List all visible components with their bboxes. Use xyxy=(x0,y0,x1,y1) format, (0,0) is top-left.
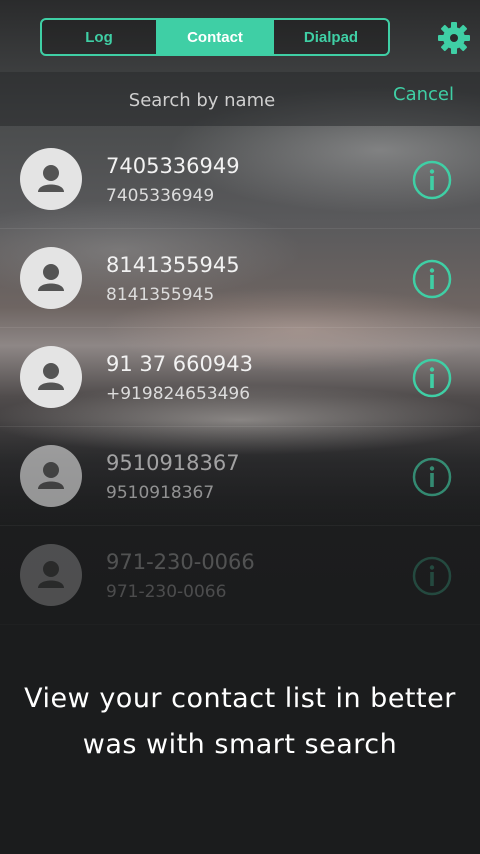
info-icon[interactable] xyxy=(412,358,452,398)
contact-row[interactable]: 8141355945 8141355945 xyxy=(0,229,480,328)
person-icon xyxy=(38,363,64,390)
person-icon xyxy=(38,462,64,489)
person-icon xyxy=(38,561,64,588)
contact-name: 8141355945 xyxy=(106,253,240,277)
tab-log[interactable]: Log xyxy=(42,20,156,54)
contact-number: +919824653496 xyxy=(106,384,251,404)
avatar xyxy=(20,445,82,507)
contact-number: 971-230-0066 xyxy=(106,582,227,602)
contact-number: 8141355945 xyxy=(106,285,215,305)
tab-bar: Log Contact Dialpad xyxy=(40,18,390,56)
tab-dialpad[interactable]: Dialpad xyxy=(272,20,388,54)
tab-contact[interactable]: Contact xyxy=(156,20,272,54)
contact-list: 7405336949 7405336949 8141355945 8141355… xyxy=(0,130,480,625)
search-input[interactable] xyxy=(95,84,309,116)
contact-row[interactable]: 971-230-0066 971-230-0066 xyxy=(0,526,480,625)
promo-caption: View your contact list in better was wit… xyxy=(0,676,480,768)
contact-row[interactable]: 7405336949 7405336949 xyxy=(0,130,480,229)
caption-line-2: was with smart search xyxy=(82,729,398,760)
cancel-button[interactable]: Cancel xyxy=(393,84,454,105)
contact-name: 971-230-0066 xyxy=(106,550,255,574)
caption-line-1: View your contact list in better xyxy=(24,683,456,714)
contact-name: 91 37 660943 xyxy=(106,352,253,376)
contact-row[interactable]: 9510918367 9510918367 xyxy=(0,427,480,526)
info-icon[interactable] xyxy=(412,259,452,299)
avatar xyxy=(20,544,82,606)
search-bar: Cancel xyxy=(0,72,480,126)
avatar xyxy=(20,346,82,408)
person-icon xyxy=(38,264,64,291)
avatar xyxy=(20,247,82,309)
contact-number: 7405336949 xyxy=(106,186,215,206)
contact-name: 9510918367 xyxy=(106,451,240,475)
info-icon[interactable] xyxy=(412,457,452,497)
contact-name: 7405336949 xyxy=(106,154,240,178)
contact-number: 9510918367 xyxy=(106,483,215,503)
info-icon[interactable] xyxy=(412,160,452,200)
person-icon xyxy=(38,165,64,192)
info-icon[interactable] xyxy=(412,556,452,596)
avatar xyxy=(20,148,82,210)
contact-row[interactable]: 91 37 660943 +919824653496 xyxy=(0,328,480,427)
gear-icon[interactable] xyxy=(436,20,472,56)
